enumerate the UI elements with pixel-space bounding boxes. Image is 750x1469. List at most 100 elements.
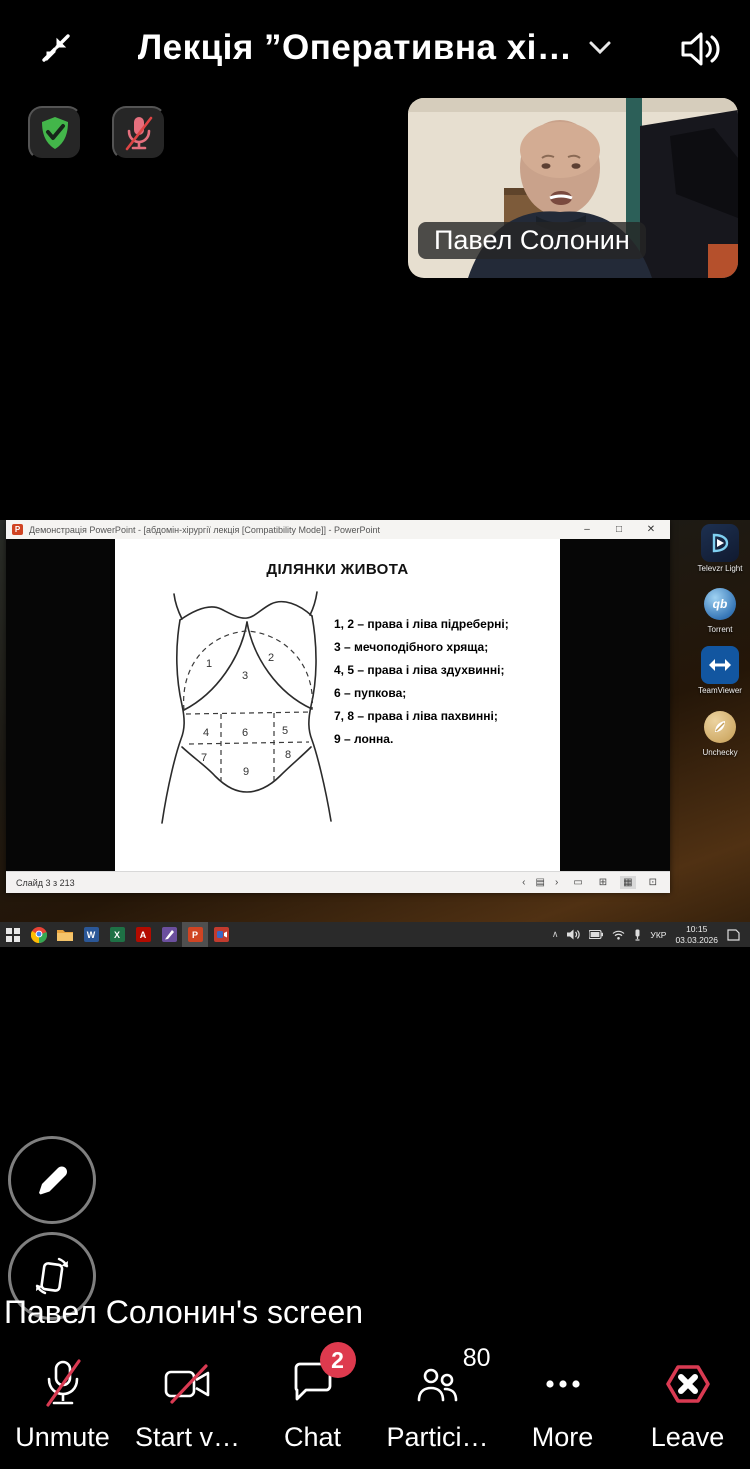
action-center-icon [727, 929, 740, 941]
start-video-button[interactable]: Start v… [125, 1352, 250, 1469]
start-button-icon [0, 922, 26, 947]
normal-view-icon: ▭ [570, 876, 585, 889]
region-number: 3 [242, 670, 248, 682]
window-close-icon: ✕ [638, 524, 664, 535]
zoom-share-app-icon [208, 922, 234, 947]
pencil-icon [31, 1159, 73, 1201]
notes-icon: ▤ [536, 877, 545, 888]
chrome-icon [26, 922, 52, 947]
legend-line: 3 – мечоподібного хряща; [334, 636, 560, 659]
system-tray: ∧ УКР 10:15 03.03.2026 [552, 924, 750, 945]
powerpoint-window: P Демонстрація PowerPoint - [абдомін-хір… [6, 520, 670, 893]
unchecky-icon [704, 711, 736, 743]
region-number: 6 [242, 727, 248, 739]
abdomen-regions-diagram: 1 2 3 4 5 6 7 8 9 [151, 587, 343, 839]
region-number: 2 [268, 652, 274, 664]
participants-count: 80 [463, 1344, 491, 1373]
desktop-icon-label: TeamViewer [698, 686, 742, 695]
meeting-title: Лекція ”Оперативна хі… [138, 28, 573, 68]
taskbar-date: 03.03.2026 [675, 935, 718, 946]
next-slide-icon: › [555, 877, 558, 888]
wifi-icon [612, 930, 625, 940]
region-number: 1 [206, 658, 212, 670]
slide-legend: 1, 2 – права і ліва підреберні; 3 – мечо… [334, 613, 560, 751]
hidden-icons-chevron: ∧ [552, 929, 559, 940]
powerpoint-app-icon: P [12, 524, 23, 535]
region-number: 4 [203, 727, 209, 739]
start-video-label: Start v… [135, 1422, 240, 1453]
legend-line: 7, 8 – права і ліва пахвинні; [334, 705, 560, 728]
desktop-icon-label: Televzr Light [698, 564, 743, 573]
presentation-slide: ДІЛЯНКИ ЖИВОТА [115, 539, 560, 871]
rotate-phone-icon [29, 1253, 75, 1299]
acrobat-icon: A [130, 922, 156, 947]
legend-line: 1, 2 – права і ліва підреберні; [334, 613, 560, 636]
participants-button[interactable]: 80 Partici… [375, 1352, 500, 1469]
minimize-meeting-button[interactable] [26, 18, 86, 78]
televzr-icon [701, 524, 739, 562]
desktop-icon-label: Unchecky [702, 748, 737, 757]
slide-sorter-view-icon: ⊞ [596, 876, 610, 889]
shared-screen-view[interactable]: P Демонстрація PowerPoint - [абдомін-хір… [0, 520, 750, 947]
security-button[interactable] [28, 106, 82, 160]
qbittorrent-icon: qb [704, 588, 736, 620]
file-explorer-icon [52, 922, 78, 947]
region-number: 7 [201, 752, 207, 764]
annotate-button[interactable] [8, 1136, 96, 1224]
more-label: More [532, 1422, 594, 1453]
slide-title: ДІЛЯНКИ ЖИВОТА [115, 539, 560, 578]
powerpoint-statusbar: Слайд 3 з 213 ‹ ▤ › ▭ ⊞ ▦ ⊡ [6, 871, 670, 893]
pen-app-icon [156, 922, 182, 947]
chat-button[interactable]: 2 Chat [250, 1352, 375, 1469]
leave-label: Leave [651, 1422, 725, 1453]
mic-muted-icon [122, 114, 156, 152]
unmute-label: Unmute [15, 1422, 110, 1453]
more-dots-icon [540, 1362, 586, 1406]
participants-label: Partici… [386, 1422, 488, 1453]
collapse-arrows-icon [35, 27, 77, 69]
slideshow-view-icon: ⊡ [646, 876, 660, 889]
meeting-toolbar: Unmute Start v… 2 Chat [0, 1352, 750, 1469]
powerpoint-titlebar: P Демонстрація PowerPoint - [абдомін-хір… [6, 520, 670, 539]
meeting-title-row[interactable]: Лекція ”Оперативна хі… [90, 18, 660, 78]
audio-output-button[interactable] [670, 18, 732, 80]
participant-name-tag: Павел Солонин [418, 222, 646, 259]
powerpoint-taskbar-icon: P [182, 922, 208, 947]
legend-line: 6 – пупкова; [334, 682, 560, 705]
chat-unread-badge: 2 [320, 1342, 356, 1378]
mic-muted-icon [41, 1359, 85, 1409]
previous-slide-icon: ‹ [522, 877, 525, 888]
usb-device-icon [634, 929, 641, 941]
mic-muted-status-button[interactable] [112, 106, 166, 160]
speaker-icon [679, 29, 723, 69]
screen-share-owner-label: Павел Солонин's screen [4, 1294, 363, 1331]
chat-label: Chat [284, 1422, 341, 1453]
leave-hexagon-icon [664, 1362, 712, 1406]
word-icon: W [78, 922, 104, 947]
region-number: 8 [285, 749, 291, 761]
leave-button[interactable]: Leave [625, 1352, 750, 1469]
taskbar-clock: 10:15 03.03.2026 [675, 924, 718, 945]
legend-line: 9 – лонна. [334, 728, 560, 751]
excel-icon: X [104, 922, 130, 947]
language-indicator: УКР [650, 930, 666, 940]
desktop-icon-torrent: qb Torrent [692, 585, 748, 634]
taskbar-time: 10:15 [675, 924, 718, 935]
desktop-icon-televzr: Televzr Light [692, 524, 748, 573]
participant-video-tile[interactable]: Павел Солонин [408, 98, 738, 278]
windows-taskbar: W X A P ∧ УКР 10:15 03.03.2026 [0, 922, 750, 947]
more-button[interactable]: More [500, 1352, 625, 1469]
zoom-meeting-screen: Лекція ”Оперативна хі… [0, 0, 750, 1469]
legend-line: 4, 5 – права і ліва здухвинні; [334, 659, 560, 682]
unmute-button[interactable]: Unmute [0, 1352, 125, 1469]
region-number: 9 [243, 766, 249, 778]
volume-icon [567, 929, 580, 940]
participants-icon [415, 1362, 461, 1406]
powerpoint-window-title: Демонстрація PowerPoint - [абдомін-хірур… [29, 525, 568, 535]
reading-view-icon: ▦ [620, 876, 635, 889]
desktop-icons-column: Televzr Light qb Torrent TeamViewer Unch… [692, 524, 748, 757]
window-minimize-icon: – [574, 524, 600, 535]
desktop-icon-teamviewer: TeamViewer [692, 646, 748, 695]
battery-icon [589, 930, 603, 939]
slide-counter: Слайд 3 з 213 [16, 878, 75, 888]
